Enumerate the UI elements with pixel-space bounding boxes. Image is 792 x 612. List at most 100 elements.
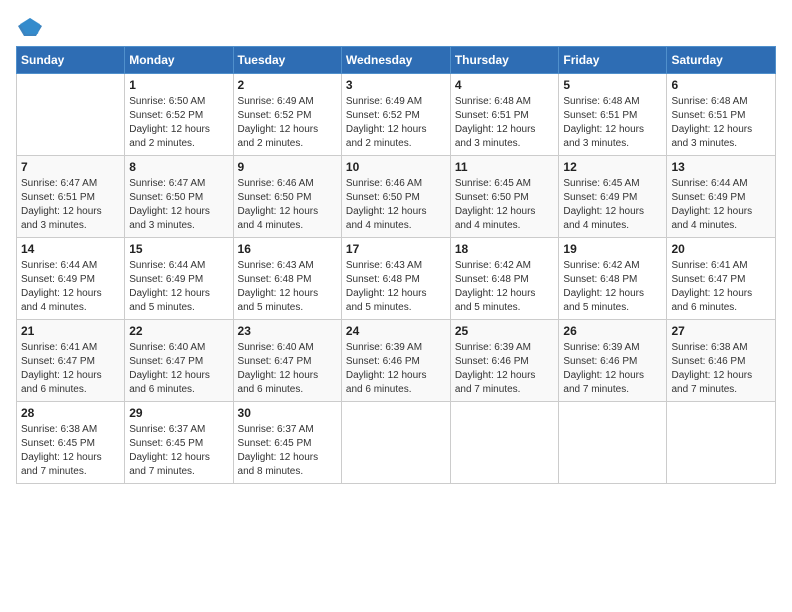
weekday-header-cell: Sunday (17, 47, 125, 74)
calendar-cell: 27 Sunrise: 6:38 AM Sunset: 6:46 PM Dayli… (667, 320, 776, 402)
day-info: Sunrise: 6:39 AM Sunset: 6:46 PM Dayligh… (563, 341, 662, 397)
day-info: Sunrise: 6:46 AM Sunset: 6:50 PM Dayligh… (238, 177, 337, 233)
day-info: Sunrise: 6:41 AM Sunset: 6:47 PM Dayligh… (21, 341, 120, 397)
calendar-week-row: 21 Sunrise: 6:41 AM Sunset: 6:47 PM Dayli… (17, 320, 776, 402)
day-info: Sunrise: 6:43 AM Sunset: 6:48 PM Dayligh… (238, 259, 337, 315)
calendar-cell: 6 Sunrise: 6:48 AM Sunset: 6:51 PM Daylig… (667, 74, 776, 156)
day-number: 16 (238, 242, 337, 256)
calendar-cell: 7 Sunrise: 6:47 AM Sunset: 6:51 PM Daylig… (17, 156, 125, 238)
weekday-header-cell: Saturday (667, 47, 776, 74)
calendar-cell: 13 Sunrise: 6:44 AM Sunset: 6:49 PM Dayli… (667, 156, 776, 238)
day-info: Sunrise: 6:45 AM Sunset: 6:49 PM Dayligh… (563, 177, 662, 233)
calendar-cell: 23Sunrise: 6:40 AM Sunset: 6:47 PM Dayli… (233, 320, 341, 402)
weekday-header-row: SundayMondayTuesdayWednesdayThursdayFrid… (17, 47, 776, 74)
day-info: Sunrise: 6:44 AM Sunset: 6:49 PM Dayligh… (671, 177, 771, 233)
weekday-header-cell: Tuesday (233, 47, 341, 74)
calendar-cell: 12 Sunrise: 6:45 AM Sunset: 6:49 PM Dayli… (559, 156, 667, 238)
day-number: 23 (238, 324, 337, 338)
day-number: 11 (455, 160, 555, 174)
calendar-table: SundayMondayTuesdayWednesdayThursdayFrid… (16, 46, 776, 484)
calendar-week-row: 1 Sunrise: 6:50 AM Sunset: 6:52 PM Daylig… (17, 74, 776, 156)
day-info: Sunrise: 6:39 AM Sunset: 6:46 PM Dayligh… (455, 341, 555, 397)
calendar-body: 1 Sunrise: 6:50 AM Sunset: 6:52 PM Daylig… (17, 74, 776, 484)
day-number: 21 (21, 324, 120, 338)
calendar-cell: 5 Sunrise: 6:48 AM Sunset: 6:51 PM Daylig… (559, 74, 667, 156)
calendar-header: SundayMondayTuesdayWednesdayThursdayFrid… (17, 47, 776, 74)
day-number: 1 (129, 78, 228, 92)
day-info: Sunrise: 6:50 AM Sunset: 6:52 PM Dayligh… (129, 95, 228, 151)
day-number: 25 (455, 324, 555, 338)
day-number: 5 (563, 78, 662, 92)
calendar-cell: 10 Sunrise: 6:46 AM Sunset: 6:50 PM Dayli… (341, 156, 450, 238)
calendar-cell: 18 Sunrise: 6:42 AM Sunset: 6:48 PM Dayli… (450, 238, 559, 320)
calendar-cell: 16 Sunrise: 6:43 AM Sunset: 6:48 PM Dayli… (233, 238, 341, 320)
calendar-cell: 3 Sunrise: 6:49 AM Sunset: 6:52 PM Daylig… (341, 74, 450, 156)
calendar-cell (341, 402, 450, 484)
calendar-cell: 26Sunrise: 6:39 AM Sunset: 6:46 PM Dayli… (559, 320, 667, 402)
day-info: Sunrise: 6:42 AM Sunset: 6:48 PM Dayligh… (455, 259, 555, 315)
day-number: 7 (21, 160, 120, 174)
calendar-cell: 14 Sunrise: 6:44 AM Sunset: 6:49 PM Dayli… (17, 238, 125, 320)
day-number: 12 (563, 160, 662, 174)
weekday-header-cell: Thursday (450, 47, 559, 74)
day-number: 20 (671, 242, 771, 256)
day-number: 6 (671, 78, 771, 92)
day-info: Sunrise: 6:39 AM Sunset: 6:46 PM Dayligh… (346, 341, 446, 397)
day-number: 10 (346, 160, 446, 174)
day-info: Sunrise: 6:46 AM Sunset: 6:50 PM Dayligh… (346, 177, 446, 233)
weekday-header-cell: Friday (559, 47, 667, 74)
day-info: Sunrise: 6:45 AM Sunset: 6:50 PM Dayligh… (455, 177, 555, 233)
day-number: 19 (563, 242, 662, 256)
day-number: 13 (671, 160, 771, 174)
day-number: 22 (129, 324, 228, 338)
day-info: Sunrise: 6:47 AM Sunset: 6:50 PM Dayligh… (129, 177, 228, 233)
logo-icon (16, 16, 44, 38)
day-info: Sunrise: 6:42 AM Sunset: 6:48 PM Dayligh… (563, 259, 662, 315)
calendar-cell: 21 Sunrise: 6:41 AM Sunset: 6:47 PM Dayli… (17, 320, 125, 402)
day-info: Sunrise: 6:48 AM Sunset: 6:51 PM Dayligh… (455, 95, 555, 151)
calendar-cell (559, 402, 667, 484)
day-info: Sunrise: 6:47 AM Sunset: 6:51 PM Dayligh… (21, 177, 120, 233)
day-number: 27 (671, 324, 771, 338)
calendar-cell: 4 Sunrise: 6:48 AM Sunset: 6:51 PM Daylig… (450, 74, 559, 156)
calendar-cell: 29Sunrise: 6:37 AM Sunset: 6:45 PM Dayli… (125, 402, 233, 484)
day-number: 30 (238, 406, 337, 420)
page-header (16, 16, 776, 38)
day-info: Sunrise: 6:38 AM Sunset: 6:46 PM Dayligh… (671, 341, 771, 397)
calendar-week-row: 7 Sunrise: 6:47 AM Sunset: 6:51 PM Daylig… (17, 156, 776, 238)
day-number: 8 (129, 160, 228, 174)
day-info: Sunrise: 6:41 AM Sunset: 6:47 PM Dayligh… (671, 259, 771, 315)
day-number: 2 (238, 78, 337, 92)
day-info: Sunrise: 6:40 AM Sunset: 6:47 PM Dayligh… (129, 341, 228, 397)
calendar-cell (17, 74, 125, 156)
day-info: Sunrise: 6:48 AM Sunset: 6:51 PM Dayligh… (671, 95, 771, 151)
day-number: 14 (21, 242, 120, 256)
day-number: 18 (455, 242, 555, 256)
day-info: Sunrise: 6:48 AM Sunset: 6:51 PM Dayligh… (563, 95, 662, 151)
calendar-cell: 19 Sunrise: 6:42 AM Sunset: 6:48 PM Dayli… (559, 238, 667, 320)
calendar-cell: 11 Sunrise: 6:45 AM Sunset: 6:50 PM Dayli… (450, 156, 559, 238)
weekday-header-cell: Wednesday (341, 47, 450, 74)
weekday-header-cell: Monday (125, 47, 233, 74)
day-number: 28 (21, 406, 120, 420)
calendar-cell: 20 Sunrise: 6:41 AM Sunset: 6:47 PM Dayli… (667, 238, 776, 320)
day-info: Sunrise: 6:43 AM Sunset: 6:48 PM Dayligh… (346, 259, 446, 315)
day-info: Sunrise: 6:38 AM Sunset: 6:45 PM Dayligh… (21, 423, 120, 479)
calendar-week-row: 14 Sunrise: 6:44 AM Sunset: 6:49 PM Dayli… (17, 238, 776, 320)
day-number: 9 (238, 160, 337, 174)
calendar-cell: 28 Sunrise: 6:38 AM Sunset: 6:45 PM Dayli… (17, 402, 125, 484)
calendar-cell: 2Sunrise: 6:49 AM Sunset: 6:52 PM Daylig… (233, 74, 341, 156)
calendar-cell: 8 Sunrise: 6:47 AM Sunset: 6:50 PM Daylig… (125, 156, 233, 238)
calendar-cell: 15Sunrise: 6:44 AM Sunset: 6:49 PM Dayli… (125, 238, 233, 320)
day-number: 4 (455, 78, 555, 92)
day-info: Sunrise: 6:37 AM Sunset: 6:45 PM Dayligh… (238, 423, 337, 479)
day-info: Sunrise: 6:49 AM Sunset: 6:52 PM Dayligh… (346, 95, 446, 151)
calendar-cell: 1 Sunrise: 6:50 AM Sunset: 6:52 PM Daylig… (125, 74, 233, 156)
calendar-cell: 24Sunrise: 6:39 AM Sunset: 6:46 PM Dayli… (341, 320, 450, 402)
calendar-cell (450, 402, 559, 484)
day-number: 29 (129, 406, 228, 420)
calendar-cell: 25 Sunrise: 6:39 AM Sunset: 6:46 PM Dayli… (450, 320, 559, 402)
calendar-week-row: 28 Sunrise: 6:38 AM Sunset: 6:45 PM Dayli… (17, 402, 776, 484)
day-info: Sunrise: 6:44 AM Sunset: 6:49 PM Dayligh… (21, 259, 120, 315)
day-number: 3 (346, 78, 446, 92)
